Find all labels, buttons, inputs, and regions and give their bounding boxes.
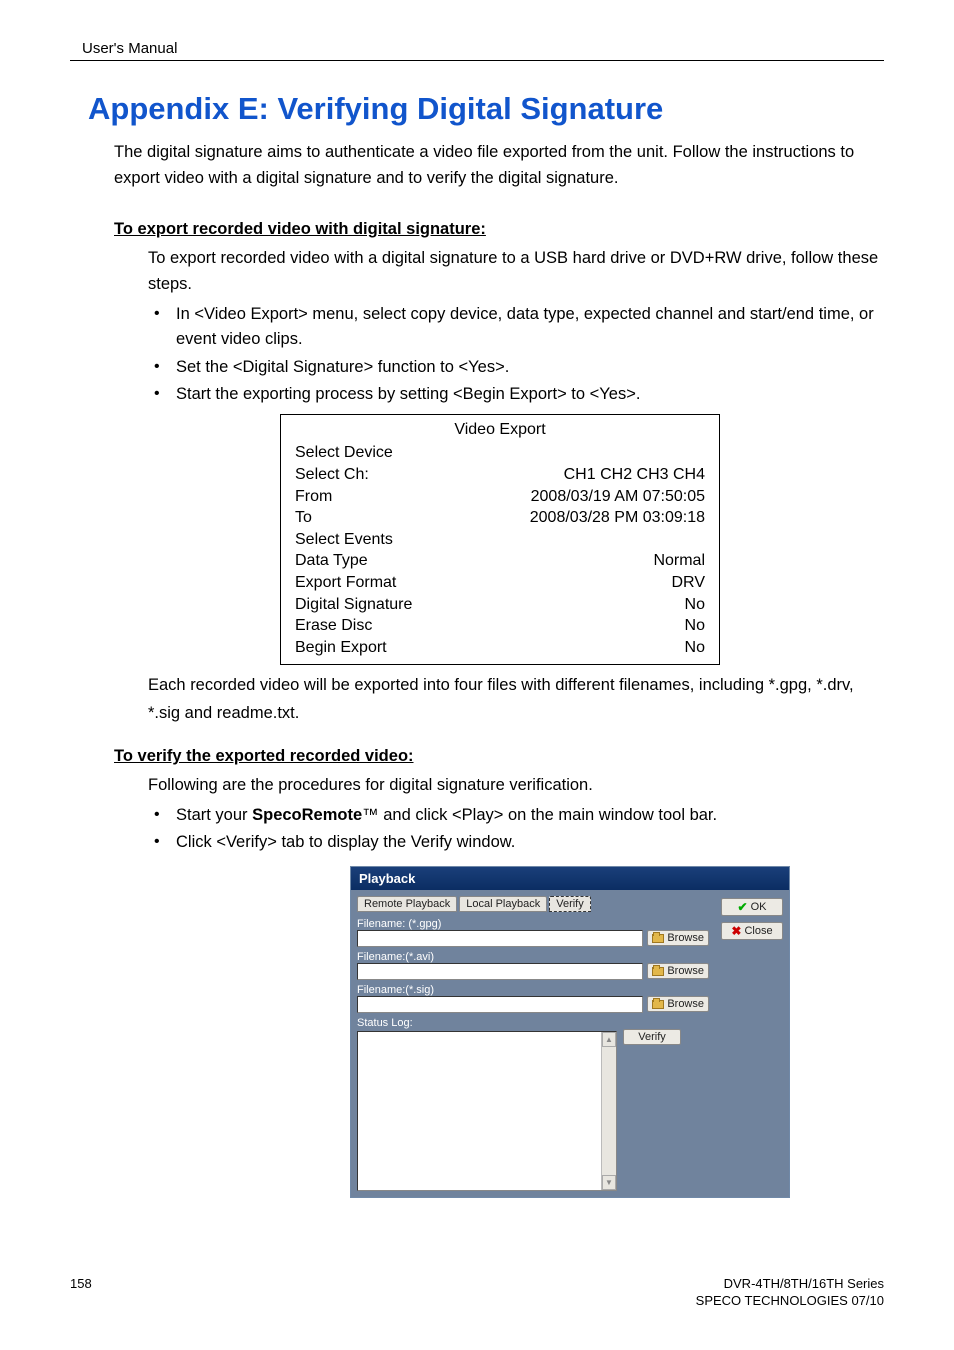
row-filename-sig: Browse bbox=[357, 996, 709, 1013]
dialog-left-panel: Remote Playback Local Playback Verify Fi… bbox=[351, 890, 715, 1197]
dialog-right-panel: ✔ OK ✖ Close bbox=[715, 890, 789, 1197]
video-export-row: Export Format DRV bbox=[295, 572, 705, 594]
page-title: Appendix E: Verifying Digital Signature bbox=[88, 91, 884, 127]
video-export-row: Select Ch: CH1 CH2 CH3 CH4 bbox=[295, 464, 705, 486]
video-export-value: 2008/03/19 AM 07:50:05 bbox=[531, 486, 705, 508]
bullet-item: In <Video Export> menu, select copy devi… bbox=[148, 302, 884, 353]
video-export-row: Erase Disc No bbox=[295, 615, 705, 637]
browse-label: Browse bbox=[667, 932, 704, 944]
section1-bullets: In <Video Export> menu, select copy devi… bbox=[148, 302, 884, 408]
status-wrap: ▲ ▼ Verify bbox=[357, 1029, 709, 1191]
scroll-up-icon[interactable]: ▲ bbox=[602, 1032, 616, 1047]
video-export-row: From 2008/03/19 AM 07:50:05 bbox=[295, 486, 705, 508]
bullet-item: Start your SpecoRemote™ and click <Play>… bbox=[148, 803, 884, 829]
browse-button-gpg[interactable]: Browse bbox=[647, 930, 709, 946]
folder-icon bbox=[652, 967, 664, 976]
dialog-body: Remote Playback Local Playback Verify Fi… bbox=[351, 890, 789, 1197]
header-label: User's Manual bbox=[70, 40, 177, 57]
label-filename-sig: Filename:(*.sig) bbox=[357, 984, 709, 996]
section1-paragraph: To export recorded video with a digital … bbox=[148, 245, 884, 298]
tab-strip: Remote Playback Local Playback Verify bbox=[357, 896, 709, 912]
video-export-row: Select Device bbox=[295, 442, 705, 464]
video-export-value: 2008/03/28 PM 03:09:18 bbox=[530, 507, 705, 529]
tab-remote-playback[interactable]: Remote Playback bbox=[357, 896, 457, 912]
footer-company: SPECO TECHNOLOGIES 07/10 bbox=[696, 1293, 884, 1310]
video-export-row: To 2008/03/28 PM 03:09:18 bbox=[295, 507, 705, 529]
video-export-label: Begin Export bbox=[295, 637, 387, 659]
dialog-title: Playback bbox=[359, 871, 415, 886]
bullet-item: Start the exporting process by setting <… bbox=[148, 382, 884, 408]
folder-icon bbox=[652, 934, 664, 943]
video-export-row: Data Type Normal bbox=[295, 550, 705, 572]
label-filename-gpg: Filename: (*.gpg) bbox=[357, 918, 709, 930]
video-export-label: Data Type bbox=[295, 550, 368, 572]
status-log-textarea[interactable]: ▲ ▼ bbox=[357, 1031, 617, 1191]
footer-right: DVR-4TH/8TH/16TH Series SPECO TECHNOLOGI… bbox=[696, 1276, 884, 1310]
ok-button[interactable]: ✔ OK bbox=[721, 898, 783, 916]
row-filename-avi: Browse bbox=[357, 963, 709, 980]
check-icon: ✔ bbox=[738, 900, 748, 914]
dialog-titlebar: Playback bbox=[351, 867, 789, 890]
section2-heading: To verify the exported recorded video: bbox=[114, 747, 884, 766]
section2-bullets: Start your SpecoRemote™ and click <Play>… bbox=[148, 803, 884, 856]
label-status-log: Status Log: bbox=[357, 1017, 709, 1029]
label-filename-avi: Filename:(*.avi) bbox=[357, 951, 709, 963]
browse-button-sig[interactable]: Browse bbox=[647, 996, 709, 1012]
intro-paragraph: The digital signature aims to authentica… bbox=[114, 139, 884, 192]
bullet-text-bold: SpecoRemote bbox=[252, 806, 362, 824]
video-export-row: Select Events bbox=[295, 529, 705, 551]
page: User's Manual Appendix E: Verifying Digi… bbox=[0, 0, 954, 1350]
section2-paragraph: Following are the procedures for digital… bbox=[148, 772, 884, 798]
bullet-text-pre: Click <Verify> tab to display the Verify… bbox=[176, 833, 515, 851]
video-export-label: Select Device bbox=[295, 442, 393, 464]
browse-button-avi[interactable]: Browse bbox=[647, 963, 709, 979]
browse-label: Browse bbox=[667, 998, 704, 1010]
video-export-label: Erase Disc bbox=[295, 615, 372, 637]
bullet-item: Set the <Digital Signature> function to … bbox=[148, 355, 884, 381]
ok-label: OK bbox=[751, 901, 767, 913]
section1-heading: To export recorded video with digital si… bbox=[114, 220, 884, 239]
video-export-value: DRV bbox=[672, 572, 706, 594]
close-button[interactable]: ✖ Close bbox=[721, 922, 783, 940]
video-export-value: CH1 CH2 CH3 CH4 bbox=[564, 464, 705, 486]
scrollbar[interactable]: ▲ ▼ bbox=[601, 1032, 616, 1190]
bullet-item: Click <Verify> tab to display the Verify… bbox=[148, 830, 884, 856]
playback-dialog: Playback Remote Playback Local Playback … bbox=[350, 866, 790, 1198]
close-label: Close bbox=[744, 925, 772, 937]
verify-label: Verify bbox=[638, 1031, 666, 1043]
folder-icon bbox=[652, 1000, 664, 1009]
video-export-label: Export Format bbox=[295, 572, 396, 594]
page-header: User's Manual bbox=[70, 40, 884, 61]
video-export-value: Normal bbox=[653, 550, 705, 572]
tab-local-playback[interactable]: Local Playback bbox=[459, 896, 547, 912]
input-filename-gpg[interactable] bbox=[357, 930, 643, 947]
video-export-label: To bbox=[295, 507, 312, 529]
browse-label: Browse bbox=[667, 965, 704, 977]
video-export-value: No bbox=[685, 594, 705, 616]
video-export-value: No bbox=[685, 615, 705, 637]
input-filename-sig[interactable] bbox=[357, 996, 643, 1013]
video-export-label: Select Ch: bbox=[295, 464, 369, 486]
footer-page-number: 158 bbox=[70, 1276, 92, 1310]
tab-verify[interactable]: Verify bbox=[549, 896, 591, 912]
video-export-label: From bbox=[295, 486, 332, 508]
video-export-title: Video Export bbox=[295, 419, 705, 441]
scroll-down-icon[interactable]: ▼ bbox=[602, 1175, 616, 1190]
x-icon: ✖ bbox=[731, 924, 741, 938]
row-filename-gpg: Browse bbox=[357, 930, 709, 947]
video-export-label: Digital Signature bbox=[295, 594, 412, 616]
video-export-row: Digital Signature No bbox=[295, 594, 705, 616]
video-export-value: No bbox=[685, 637, 705, 659]
post-export-paragraph: Each recorded video will be exported int… bbox=[148, 671, 884, 727]
page-footer: 158 DVR-4TH/8TH/16TH Series SPECO TECHNO… bbox=[70, 1276, 884, 1310]
video-export-row: Begin Export No bbox=[295, 637, 705, 659]
footer-series: DVR-4TH/8TH/16TH Series bbox=[696, 1276, 884, 1293]
video-export-label: Select Events bbox=[295, 529, 393, 551]
verify-button[interactable]: Verify bbox=[623, 1029, 681, 1045]
input-filename-avi[interactable] bbox=[357, 963, 643, 980]
bullet-text-pre: Start your bbox=[176, 806, 252, 824]
video-export-menu: Video Export Select DeviceSelect Ch: CH1 … bbox=[280, 414, 720, 666]
bullet-text-post: ™ and click <Play> on the main window to… bbox=[362, 806, 717, 824]
